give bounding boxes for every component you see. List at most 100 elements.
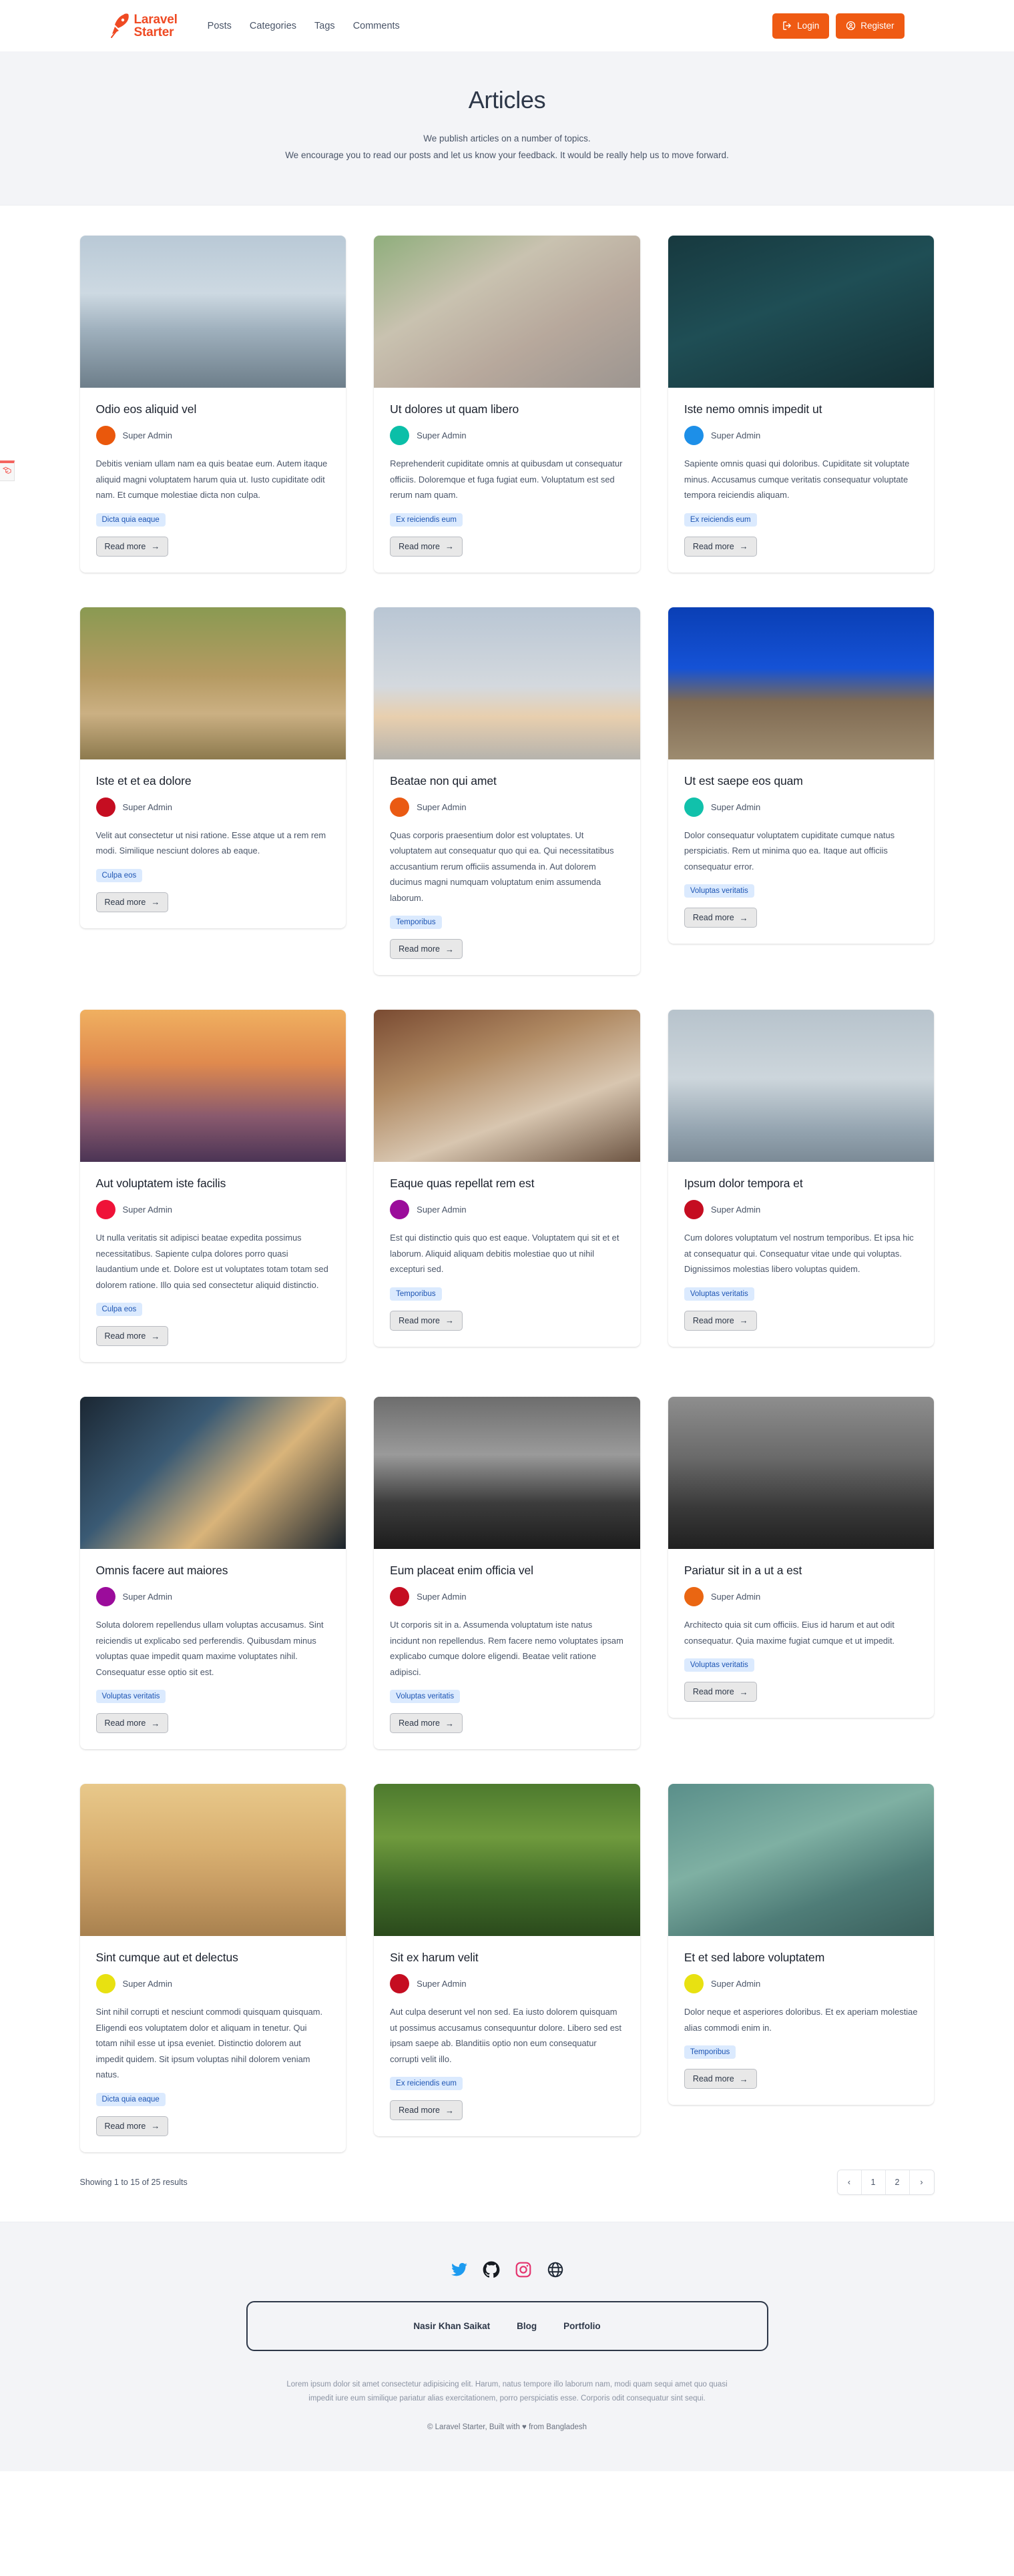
article-title[interactable]: Beatae non qui amet — [390, 774, 624, 788]
nav-item-posts[interactable]: Posts — [208, 21, 232, 31]
article-thumbnail[interactable] — [668, 1397, 935, 1549]
nav-item-tags[interactable]: Tags — [314, 21, 335, 31]
article-tag[interactable]: Voluptas veritatis — [390, 1690, 461, 1703]
article-thumbnail[interactable] — [668, 236, 935, 388]
read-more-button[interactable]: Read more → — [684, 1310, 757, 1331]
article-title[interactable]: Eaque quas repellat rem est — [390, 1177, 624, 1191]
footer-link-blog[interactable]: Blog — [517, 2321, 537, 2331]
article-card[interactable]: Eum placeat enim officia vel Super Admin U… — [374, 1397, 640, 1749]
article-tag[interactable]: Culpa eos — [95, 1303, 143, 1316]
article-title[interactable]: Odio eos aliquid vel — [96, 402, 330, 416]
article-card[interactable]: Iste nemo omnis impedit ut Super Admin Sap… — [668, 236, 935, 573]
article-author: Super Admin — [684, 426, 919, 445]
article-title[interactable]: Sit ex harum velit — [390, 1951, 624, 1965]
read-more-button[interactable]: Read more → — [684, 2069, 757, 2089]
article-thumbnail[interactable] — [668, 1784, 935, 1936]
pagination-prev-button[interactable]: ‹ — [837, 2170, 862, 2194]
article-tag[interactable]: Ex reiciendis eum — [390, 513, 463, 527]
read-more-button[interactable]: Read more → — [95, 1713, 169, 1733]
article-title[interactable]: Pariatur sit in a ut a est — [684, 1564, 919, 1578]
article-card[interactable]: Omnis facere aut maiores Super Admin Solut… — [79, 1397, 346, 1749]
article-card[interactable]: Ut dolores ut quam libero Super Admin Repr… — [374, 236, 640, 573]
read-more-button[interactable]: Read more → — [684, 908, 757, 928]
article-thumbnail[interactable] — [374, 1397, 640, 1549]
article-thumbnail[interactable] — [79, 1397, 346, 1549]
brand-logo-link[interactable]: Laravel Starter — [110, 13, 178, 39]
article-title[interactable]: Aut voluptatem iste facilis — [96, 1177, 330, 1191]
article-tag[interactable]: Ex reiciendis eum — [684, 513, 757, 527]
article-tag[interactable]: Voluptas veritatis — [684, 1287, 754, 1301]
article-title[interactable]: Et et sed labore voluptatem — [684, 1951, 919, 1965]
article-tag[interactable]: Voluptas veritatis — [684, 1658, 754, 1672]
article-tag[interactable]: Ex reiciendis eum — [390, 2077, 463, 2090]
article-title[interactable]: Ipsum dolor tempora et — [684, 1177, 919, 1191]
instagram-icon[interactable] — [515, 2261, 532, 2278]
twitter-icon[interactable] — [451, 2261, 468, 2278]
globe-icon[interactable] — [547, 2261, 564, 2278]
article-card[interactable]: Eaque quas repellat rem est Super Admin Es… — [374, 1010, 640, 1347]
read-more-button[interactable]: Read more → — [95, 2116, 169, 2136]
article-card[interactable]: Sint cumque aut et delectus Super Admin Si… — [79, 1784, 346, 2152]
pagination-next-button[interactable]: › — [909, 2170, 934, 2194]
read-more-button[interactable]: Read more → — [95, 536, 169, 557]
pagination-page-2-button[interactable]: 2 — [885, 2170, 910, 2194]
article-tag[interactable]: Temporibus — [390, 1287, 442, 1301]
nav-item-categories[interactable]: Categories — [250, 21, 296, 31]
footer-link-author[interactable]: Nasir Khan Saikat — [413, 2321, 490, 2331]
article-title[interactable]: Ut dolores ut quam libero — [390, 402, 624, 416]
nav-item-comments[interactable]: Comments — [353, 21, 400, 31]
read-more-button[interactable]: Read more → — [390, 939, 463, 959]
article-card[interactable]: Et et sed labore voluptatem Super Admin Do… — [668, 1784, 935, 2105]
article-card[interactable]: Ipsum dolor tempora et Super Admin Cum dol… — [668, 1010, 935, 1347]
read-more-button[interactable]: Read more → — [390, 1310, 463, 1331]
read-more-button[interactable]: Read more → — [684, 536, 757, 557]
author-name: Super Admin — [417, 1205, 467, 1215]
article-thumbnail[interactable] — [374, 1784, 640, 1936]
article-card[interactable]: Aut voluptatem iste facilis Super Admin Ut… — [79, 1010, 346, 1362]
article-thumbnail[interactable] — [374, 607, 640, 759]
read-more-button[interactable]: Read more → — [95, 892, 169, 912]
article-title[interactable]: Iste nemo omnis impedit ut — [684, 402, 919, 416]
article-thumbnail[interactable] — [668, 607, 935, 759]
article-thumbnail[interactable] — [668, 1010, 935, 1162]
article-card[interactable]: Odio eos aliquid vel Super Admin Debitis v… — [79, 236, 346, 573]
github-icon[interactable] — [483, 2261, 500, 2278]
article-tag[interactable]: Dicta quia eaque — [95, 513, 166, 527]
read-more-button[interactable]: Read more → — [95, 1326, 169, 1346]
article-title[interactable]: Sint cumque aut et delectus — [96, 1951, 330, 1965]
laravel-debugbar-tab[interactable] — [0, 460, 15, 481]
pagination-page-1-button[interactable]: 1 — [861, 2170, 886, 2194]
article-card[interactable]: Iste et et ea dolore Super Admin Velit aut… — [79, 607, 346, 928]
read-more-label: Read more — [399, 944, 440, 954]
article-thumbnail[interactable] — [374, 236, 640, 388]
article-card[interactable]: Sit ex harum velit Super Admin Aut culpa d… — [374, 1784, 640, 2136]
article-thumbnail[interactable] — [374, 1010, 640, 1162]
read-more-button[interactable]: Read more → — [684, 1682, 757, 1702]
article-tag[interactable]: Culpa eos — [95, 868, 143, 882]
article-card[interactable]: Pariatur sit in a ut a est Super Admin Arc… — [668, 1397, 935, 1718]
article-thumbnail[interactable] — [79, 1784, 346, 1936]
footer-link-portfolio[interactable]: Portfolio — [563, 2321, 601, 2331]
article-card[interactable]: Ut est saepe eos quam Super Admin Dolor co… — [668, 607, 935, 944]
register-button-label: Register — [860, 21, 895, 31]
article-thumbnail[interactable] — [79, 1010, 346, 1162]
article-title[interactable]: Omnis facere aut maiores — [96, 1564, 330, 1578]
article-tag[interactable]: Voluptas veritatis — [95, 1690, 166, 1703]
read-more-button[interactable]: Read more → — [390, 1713, 463, 1733]
article-excerpt: Sapiente omnis quasi qui doloribus. Cupi… — [684, 458, 910, 500]
read-more-button[interactable]: Read more → — [390, 2100, 463, 2120]
article-title[interactable]: Eum placeat enim officia vel — [390, 1564, 624, 1578]
login-button[interactable]: Login — [772, 13, 830, 39]
article-thumbnail[interactable] — [79, 607, 346, 759]
article-title[interactable]: Iste et et ea dolore — [96, 774, 330, 788]
article-tag[interactable]: Temporibus — [684, 2045, 736, 2059]
read-more-button[interactable]: Read more → — [390, 536, 463, 557]
article-title[interactable]: Ut est saepe eos quam — [684, 774, 919, 788]
register-button[interactable]: Register — [836, 13, 905, 39]
article-tag[interactable]: Dicta quia eaque — [95, 2092, 166, 2106]
article-tag[interactable]: Temporibus — [390, 916, 442, 929]
article-thumbnail[interactable] — [79, 236, 346, 388]
article-card[interactable]: Beatae non qui amet Super Admin Quas corpo… — [374, 607, 640, 975]
article-tag[interactable]: Voluptas veritatis — [684, 884, 754, 898]
user-circle-icon — [846, 21, 856, 31]
